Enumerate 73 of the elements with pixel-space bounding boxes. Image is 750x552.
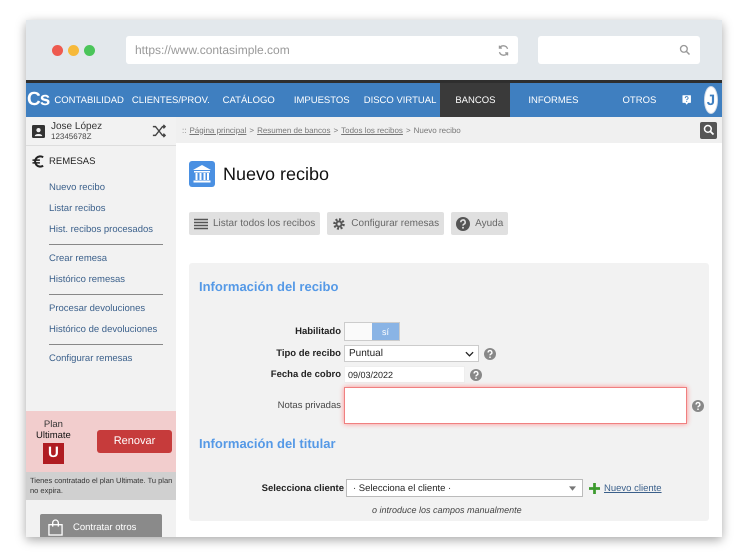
nav-tab[interactable]: CLIENTES/PROV. (128, 83, 214, 117)
field-label: Fecha de cobro (270, 369, 342, 380)
toolbar-button[interactable]: Ayuda (451, 212, 508, 235)
section-heading: Información del titular (199, 436, 337, 451)
plan-badge: U (42, 442, 64, 464)
breadcrumb-separator: :: (182, 126, 186, 134)
nav-tab[interactable]: CONTABILIDAD (50, 83, 128, 117)
breadcrumb-current: Nuevo recibo (414, 126, 461, 134)
nav-tab[interactable]: IMPUESTOS (284, 83, 360, 117)
user-id: 12345678Z (51, 132, 92, 140)
gear-icon (332, 216, 346, 230)
help-icon (456, 216, 470, 230)
breadcrumb-link[interactable]: Todos los recibos (341, 126, 403, 134)
contact-card-icon (32, 124, 45, 138)
shuffle-icon[interactable] (152, 124, 166, 138)
manual-entry-hint: o introduce los campos manualmente (372, 505, 523, 515)
help-icon[interactable] (692, 400, 704, 412)
notes-field[interactable] (344, 387, 687, 424)
menu-link[interactable]: Crear remesa (49, 248, 163, 269)
breadcrumb-separator: > (249, 126, 254, 134)
avatar[interactable]: J (704, 86, 718, 114)
chevron-icon (465, 350, 474, 356)
field-label: Habilitado (294, 326, 342, 337)
help-icon[interactable] (484, 348, 496, 360)
breadcrumb-separator: > (333, 126, 338, 134)
menu-link[interactable]: Nuevo recibo (49, 177, 163, 198)
nav-tab[interactable]: DISCO VIRTUAL (360, 83, 440, 117)
close-dot[interactable] (52, 44, 63, 56)
search-icon (679, 44, 691, 56)
nav-tab[interactable]: OTROS (596, 83, 682, 117)
address-bar[interactable]: https://www.contasimple.com (126, 36, 518, 64)
page-title: Nuevo recibo (223, 164, 330, 184)
menu-link[interactable]: Procesar devoluciones (49, 298, 163, 319)
toolbar-button[interactable]: Listar todos los recibos (189, 212, 320, 235)
logo[interactable]: Cs (26, 83, 50, 117)
breadcrumb-link[interactable]: Resumen de bancos (257, 126, 330, 134)
browser-search-field[interactable] (538, 36, 700, 64)
minimize-dot[interactable] (68, 44, 79, 56)
plan-label: Plan (44, 418, 63, 430)
shop-button[interactable]: Contratar otros (40, 514, 162, 537)
toolbar-button[interactable]: Configurar remesas (327, 212, 444, 235)
bank-icon (189, 161, 215, 187)
section-heading: Información del recibo (199, 279, 340, 294)
select-field[interactable]: Puntual (344, 345, 479, 362)
help-icon[interactable] (470, 368, 482, 380)
menu-link[interactable]: Hist. recibos procesados (49, 219, 163, 240)
field-label: Selecciona cliente (260, 482, 344, 494)
nav-tab[interactable]: BANCOS (440, 83, 510, 117)
caret-icon (569, 486, 576, 490)
breadcrumb-link[interactable]: Página principal (189, 126, 246, 134)
plan-name: Ultimate (36, 430, 71, 442)
client-select[interactable]: · Selecciona el cliente · (346, 479, 583, 497)
menu-link[interactable]: Configurar remesas (49, 348, 163, 369)
search-button[interactable] (700, 122, 717, 138)
user-name: Jose López (51, 122, 104, 132)
euro-icon (32, 155, 45, 168)
plus-icon (589, 482, 600, 494)
nav-tab[interactable]: INFORMES (510, 83, 596, 117)
date-field[interactable]: 09/03/2022 (344, 366, 465, 383)
new-client-link[interactable]: Nuevo cliente (604, 482, 662, 494)
field-label: Notas privadas (276, 400, 342, 411)
field-label: Tipo de recibo (275, 348, 342, 359)
breadcrumb-separator: > (406, 126, 411, 134)
shopping-bag-icon (48, 518, 63, 536)
list-icon (194, 218, 208, 230)
menu-link[interactable]: Histórico de devoluciones (49, 319, 163, 340)
menu-link[interactable]: Listar recibos (49, 198, 163, 219)
maximize-dot[interactable] (84, 44, 95, 56)
section-title: REMESAS (49, 156, 96, 167)
menu-link[interactable]: Histórico remesas (49, 269, 163, 290)
renew-button[interactable]: Renovar (97, 430, 172, 453)
reload-icon[interactable] (497, 44, 510, 56)
nav-tab[interactable]: CATÁLOGO (214, 83, 284, 117)
